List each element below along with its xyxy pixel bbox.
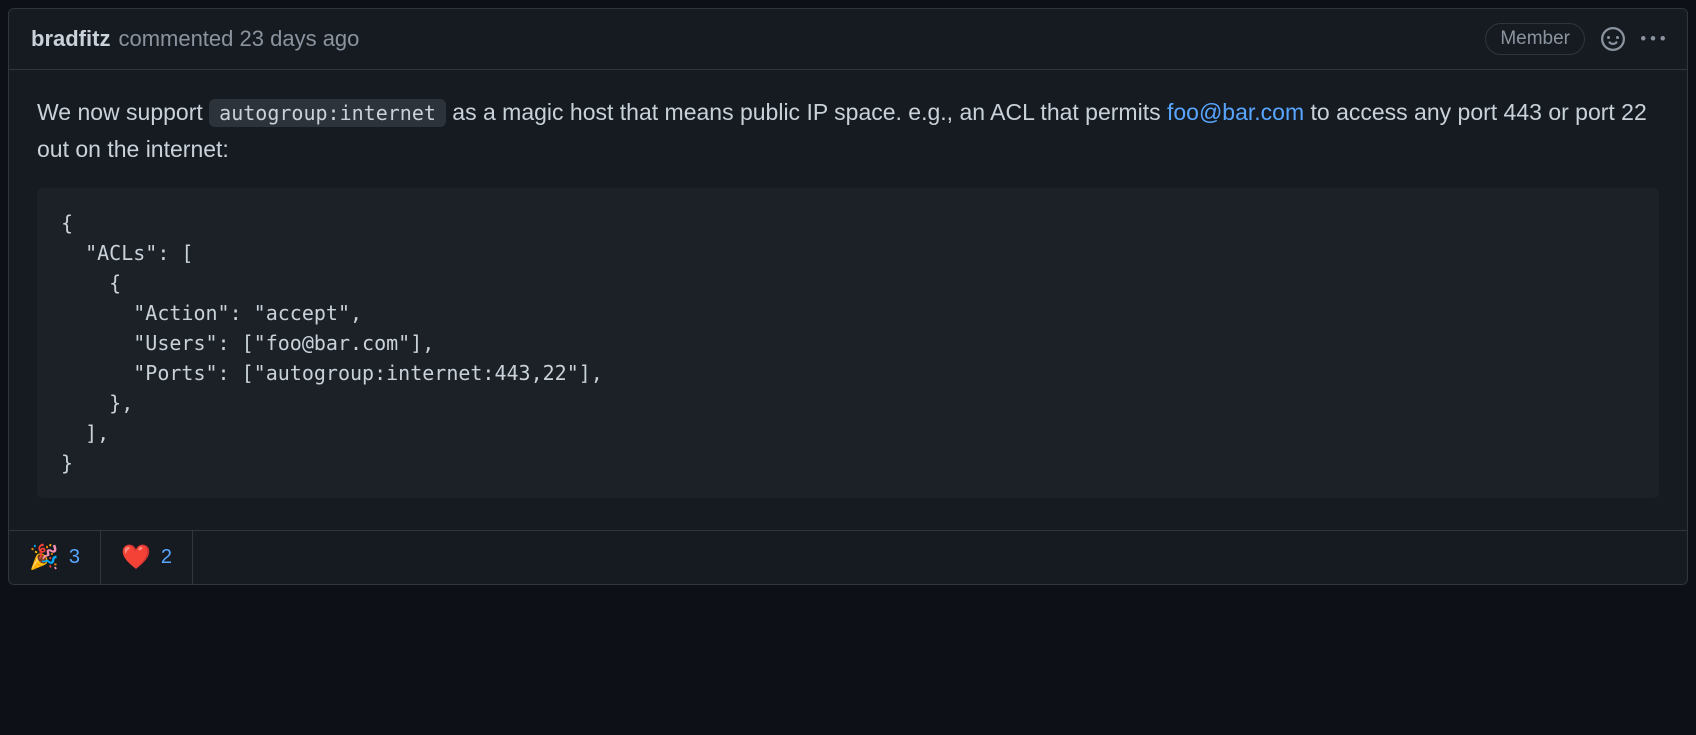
comment-header: bradfitz commented 23 days ago Member [9,9,1687,70]
reaction-count: 2 [161,546,172,569]
heart-icon: ❤️ [121,543,151,572]
reaction-tada[interactable]: 🎉 3 [9,531,101,584]
email-link[interactable]: foo@bar.com [1167,99,1304,125]
comment-body: We now support autogroup:internet as a m… [9,70,1687,530]
code-block: { "ACLs": [ { "Action": "accept", "Users… [37,188,1659,498]
tada-icon: 🎉 [29,543,59,572]
text-segment: as a magic host that means public IP spa… [446,99,1167,125]
commented-label: commented 23 days ago [118,26,359,52]
reaction-heart[interactable]: ❤️ 2 [101,531,193,584]
header-left: bradfitz commented 23 days ago [31,26,359,52]
member-badge: Member [1485,23,1585,55]
inline-code: autogroup:internet [209,99,446,127]
author-link[interactable]: bradfitz [31,26,110,52]
reaction-count: 3 [69,546,80,569]
comment-text: We now support autogroup:internet as a m… [37,94,1659,168]
timestamp[interactable]: 23 days ago [240,26,360,51]
emoji-reaction-icon[interactable] [1601,27,1625,51]
text-segment: We now support [37,99,209,125]
header-right: Member [1485,23,1665,55]
kebab-menu-icon[interactable] [1641,27,1665,51]
comment-container: bradfitz commented 23 days ago Member We… [8,8,1688,585]
reactions-bar: 🎉 3 ❤️ 2 [9,530,1687,584]
